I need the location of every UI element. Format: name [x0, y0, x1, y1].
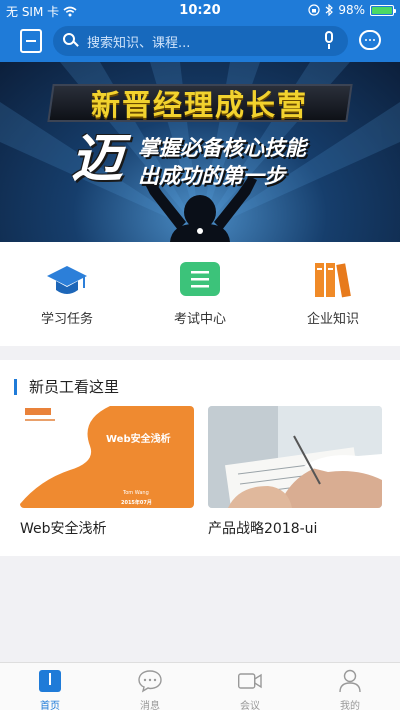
header-nav-row: 搜索知识、课程...: [0, 24, 400, 58]
lock-rotation-icon: [308, 4, 320, 16]
section-accent-bar: [14, 378, 17, 395]
slide-orange-shape: [20, 406, 194, 508]
battery-percent: 98%: [338, 3, 365, 17]
tab-label: 我的: [340, 701, 360, 710]
quick-entries: 学习任务 考试中心 企业知识: [0, 242, 400, 346]
promo-banner[interactable]: 新晋经理成长营 迈 掌握必备核心技能 出成功的第一步: [0, 62, 400, 242]
quick-item-label: 考试中心: [173, 312, 226, 327]
section-header: 新员工看这里: [14, 376, 119, 397]
course-card-web-security[interactable]: Web安全浅析 Tom Wang 2015年07月 Web安全浅析: [20, 406, 194, 538]
book-icon: [39, 670, 61, 692]
new-employee-section: 新员工看这里 Web安全浅析 Tom Wang 2015年07月 Web安全浅析: [0, 360, 400, 556]
quick-item-learning-tasks[interactable]: 学习任务: [2, 260, 132, 340]
tab-label: 会议: [240, 701, 260, 710]
tab-home[interactable]: 首页: [0, 663, 100, 710]
banner-slogan-line1: 掌握必备核心技能: [138, 136, 306, 160]
quick-item-exam-center[interactable]: 考试中心: [135, 260, 265, 340]
course-caption: Web安全浅析: [20, 521, 107, 537]
banner-big-character: 迈: [70, 129, 123, 189]
search-input[interactable]: 搜索知识、课程...: [87, 32, 322, 51]
status-bar: 无 SIM 卡 10:20 98%: [0, 0, 400, 22]
battery-icon: [370, 4, 396, 16]
video-camera-icon: [238, 673, 262, 689]
books-icon: [315, 263, 351, 298]
section-title: 新员工看这里: [29, 378, 120, 396]
slide-author: Tom Wang: [123, 490, 149, 496]
scan-icon[interactable]: [20, 29, 42, 53]
search-icon: [63, 33, 79, 49]
course-caption: 产品战略2018-ui: [208, 521, 318, 537]
tab-meetings[interactable]: 会议: [200, 663, 300, 710]
quick-item-corporate-knowledge[interactable]: 企业知识: [268, 260, 398, 340]
search-box[interactable]: 搜索知识、课程...: [53, 26, 348, 56]
tab-messages[interactable]: 消息: [100, 663, 200, 710]
bluetooth-icon: [325, 4, 334, 16]
quick-item-label: 学习任务: [40, 312, 93, 327]
course-thumbnail: Web安全浅析 Tom Wang 2015年07月: [20, 406, 194, 508]
writing-hands-photo: [208, 406, 382, 508]
pager-dot-active: [197, 228, 203, 234]
mic-icon[interactable]: [322, 31, 336, 51]
banner-slogan-line2: 出成功的第一步: [138, 164, 285, 188]
banner-pager: [0, 228, 400, 234]
banner-title: 新晋经理成长营: [91, 88, 309, 122]
course-thumbnail: [208, 406, 382, 508]
graduation-cap-icon: [47, 266, 87, 294]
tab-label: 首页: [40, 701, 60, 710]
course-card-product-strategy[interactable]: 产品战略2018-ui: [208, 406, 382, 538]
bottom-tab-bar: 首页 消息 会议 我的: [0, 662, 400, 710]
slide-date: 2015年07月: [121, 500, 152, 506]
slide-logo: [25, 408, 51, 415]
status-right: 98%: [308, 3, 396, 17]
message-icon: [138, 670, 162, 693]
tab-label: 消息: [140, 701, 160, 710]
quick-item-label: 企业知识: [306, 312, 359, 327]
tab-profile[interactable]: 我的: [300, 663, 400, 710]
top-header: 无 SIM 卡 10:20 98% 搜索知识、课程...: [0, 0, 400, 62]
slide-title: Web安全浅析: [106, 434, 171, 445]
banner-title-box: 新晋经理成长营: [47, 84, 353, 122]
person-icon: [339, 669, 361, 693]
chat-icon[interactable]: [359, 30, 381, 50]
battery-fill: [372, 6, 392, 14]
slide-logo-subtitle: [25, 419, 55, 421]
exam-list-icon: [180, 262, 220, 296]
